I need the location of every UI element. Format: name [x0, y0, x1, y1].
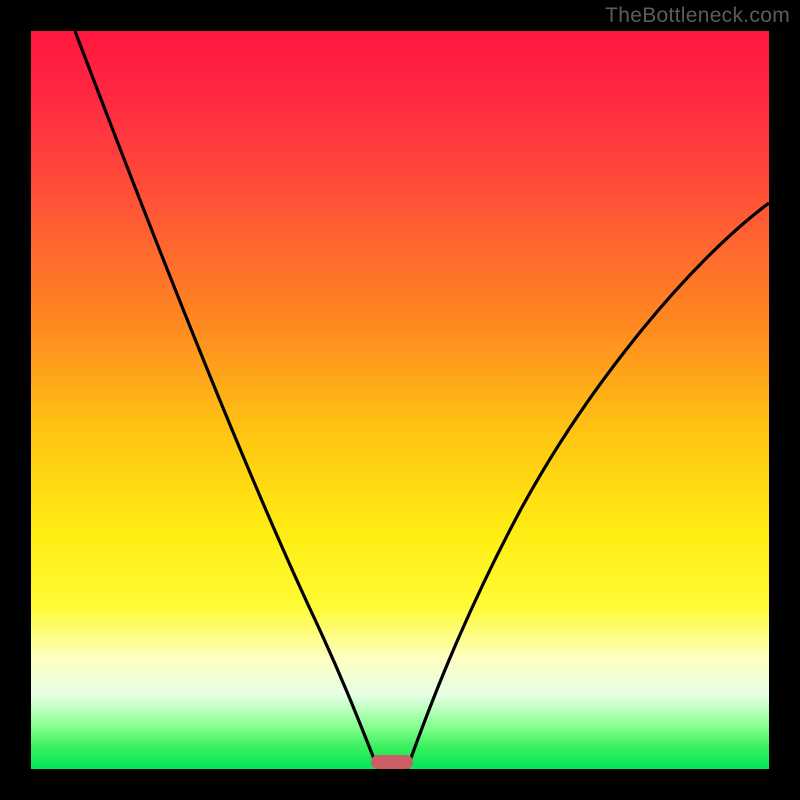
curve-layer [31, 31, 769, 769]
right-curve [407, 203, 769, 769]
plot-area [31, 31, 769, 769]
left-curve [75, 31, 378, 769]
bottleneck-marker [371, 755, 413, 769]
watermark-text: TheBottleneck.com [605, 4, 790, 28]
